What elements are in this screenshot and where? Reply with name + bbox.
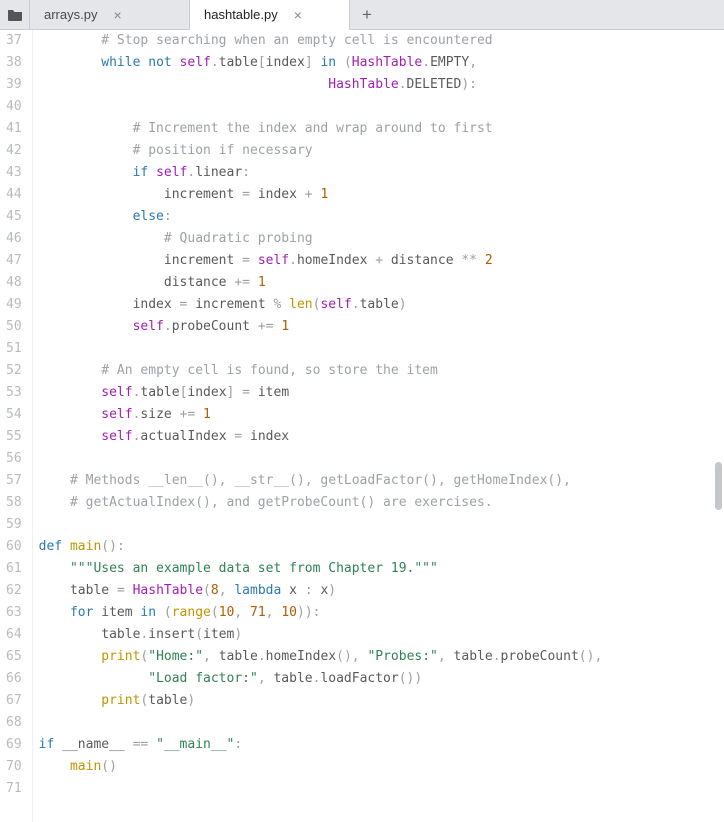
line-number: 39 xyxy=(6,74,22,96)
code-line: # Stop searching when an empty cell is e… xyxy=(39,30,724,52)
code-line: print("Home:", table.homeIndex(), "Probe… xyxy=(39,646,724,668)
line-number: 38 xyxy=(6,52,22,74)
line-number: 43 xyxy=(6,162,22,184)
line-number: 48 xyxy=(6,272,22,294)
code-line xyxy=(39,96,724,118)
line-number: 61 xyxy=(6,558,22,580)
code-line: # An empty cell is found, so store the i… xyxy=(39,360,724,382)
line-number: 53 xyxy=(6,382,22,404)
code-line: self.probeCount += 1 xyxy=(39,316,724,338)
code-line: while not self.table[index] in (HashTabl… xyxy=(39,52,724,74)
code-line: for item in (range(10, 71, 10)): xyxy=(39,602,724,624)
code-line xyxy=(39,448,724,470)
code-line: self.actualIndex = index xyxy=(39,426,724,448)
code-line: main() xyxy=(39,756,724,778)
line-number: 51 xyxy=(6,338,22,360)
code-line: "Load factor:", table.loadFactor()) xyxy=(39,668,724,690)
code-line: """Uses an example data set from Chapter… xyxy=(39,558,724,580)
code-line: print(table) xyxy=(39,690,724,712)
line-number: 64 xyxy=(6,624,22,646)
line-number: 55 xyxy=(6,426,22,448)
code-line: if self.linear: xyxy=(39,162,724,184)
line-number: 54 xyxy=(6,404,22,426)
tab-label: arrays.py xyxy=(44,7,97,22)
code-line: # position if necessary xyxy=(39,140,724,162)
code-area[interactable]: # Stop searching when an empty cell is e… xyxy=(33,30,724,822)
tabs-container: arrays.py × hashtable.py × xyxy=(30,0,350,29)
code-line: if __name__ == "__main__": xyxy=(39,734,724,756)
line-number: 67 xyxy=(6,690,22,712)
new-tab-button[interactable]: + xyxy=(350,0,384,29)
line-number: 45 xyxy=(6,206,22,228)
code-line: increment = self.homeIndex + distance **… xyxy=(39,250,724,272)
close-icon[interactable]: × xyxy=(111,6,123,24)
code-line: table.insert(item) xyxy=(39,624,724,646)
line-number: 59 xyxy=(6,514,22,536)
line-number: 47 xyxy=(6,250,22,272)
line-number: 49 xyxy=(6,294,22,316)
line-number: 57 xyxy=(6,470,22,492)
close-icon[interactable]: × xyxy=(292,6,304,24)
line-number: 71 xyxy=(6,778,22,800)
code-line xyxy=(39,338,724,360)
tab-label: hashtable.py xyxy=(204,7,278,22)
code-line: distance += 1 xyxy=(39,272,724,294)
line-number: 50 xyxy=(6,316,22,338)
folder-icon xyxy=(7,8,23,22)
line-number: 69 xyxy=(6,734,22,756)
line-number: 58 xyxy=(6,492,22,514)
code-line: increment = index + 1 xyxy=(39,184,724,206)
line-number: 37 xyxy=(6,30,22,52)
code-line xyxy=(39,712,724,734)
line-number: 68 xyxy=(6,712,22,734)
code-line: # getActualIndex(), and getProbeCount() … xyxy=(39,492,724,514)
code-line: def main(): xyxy=(39,536,724,558)
line-number: 46 xyxy=(6,228,22,250)
line-number-gutter: 3738394041424344454647484950515253545556… xyxy=(0,30,33,822)
line-number: 41 xyxy=(6,118,22,140)
code-line: # Quadratic probing xyxy=(39,228,724,250)
code-editor[interactable]: 3738394041424344454647484950515253545556… xyxy=(0,30,724,822)
line-number: 62 xyxy=(6,580,22,602)
code-line: # Methods __len__(), __str__(), getLoadF… xyxy=(39,470,724,492)
line-number: 56 xyxy=(6,448,22,470)
line-number: 66 xyxy=(6,668,22,690)
project-files-button[interactable] xyxy=(0,0,30,29)
vertical-scrollbar[interactable] xyxy=(715,462,722,510)
line-number: 70 xyxy=(6,756,22,778)
tab-hashtable-py[interactable]: hashtable.py × xyxy=(190,0,350,30)
code-line: self.size += 1 xyxy=(39,404,724,426)
code-line: HashTable.DELETED): xyxy=(39,74,724,96)
line-number: 63 xyxy=(6,602,22,624)
line-number: 40 xyxy=(6,96,22,118)
line-number: 42 xyxy=(6,140,22,162)
line-number: 52 xyxy=(6,360,22,382)
tab-arrays-py[interactable]: arrays.py × xyxy=(30,0,190,29)
code-line: else: xyxy=(39,206,724,228)
code-line: index = increment % len(self.table) xyxy=(39,294,724,316)
code-line: self.table[index] = item xyxy=(39,382,724,404)
code-line xyxy=(39,514,724,536)
line-number: 65 xyxy=(6,646,22,668)
code-line xyxy=(39,778,724,800)
line-number: 60 xyxy=(6,536,22,558)
tab-bar: arrays.py × hashtable.py × + xyxy=(0,0,724,30)
code-line: table = HashTable(8, lambda x : x) xyxy=(39,580,724,602)
line-number: 44 xyxy=(6,184,22,206)
code-line: # Increment the index and wrap around to… xyxy=(39,118,724,140)
